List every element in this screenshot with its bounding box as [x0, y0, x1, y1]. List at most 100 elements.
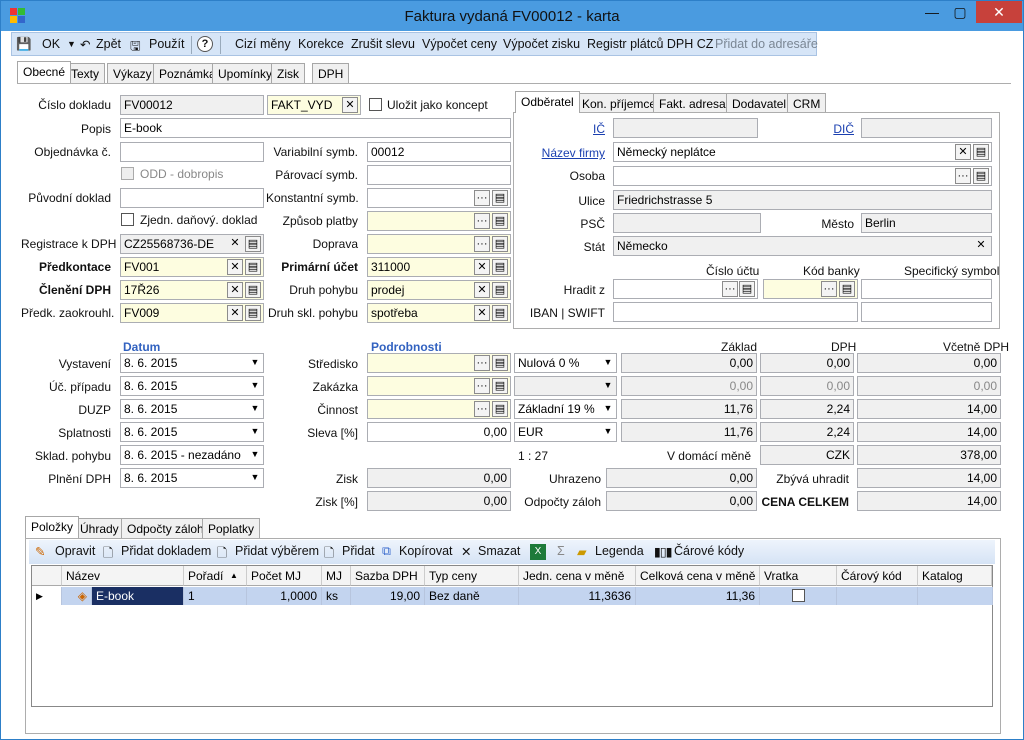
edit-button[interactable]: Opravit: [55, 544, 95, 558]
ic-field[interactable]: [613, 118, 758, 138]
grid-header-name[interactable]: Název: [62, 566, 184, 586]
clear-icon[interactable]: ✕: [227, 282, 243, 298]
grid-header-unit-price[interactable]: Jedn. cena v měně: [519, 566, 636, 586]
help-icon[interactable]: ?: [197, 36, 213, 52]
cell-price-type[interactable]: Bez daně: [425, 587, 519, 605]
duzp-date[interactable]: 8. 6. 2015 ▼: [120, 399, 264, 419]
list-icon[interactable]: ▤: [492, 401, 508, 417]
clear-icon[interactable]: ✕: [955, 144, 971, 160]
specific-symbol-field[interactable]: [861, 279, 992, 299]
primary-account-field[interactable]: 311000 ✕ ▤: [367, 257, 511, 277]
cell-name[interactable]: E-book: [92, 587, 184, 605]
activity-field[interactable]: ··· ▤: [367, 399, 511, 419]
correction-button[interactable]: Korekce: [298, 37, 344, 51]
save-draft-checkbox[interactable]: [369, 98, 382, 111]
ellipsis-icon[interactable]: ···: [474, 401, 490, 417]
clear-icon[interactable]: ✕: [474, 282, 490, 298]
ellipsis-icon[interactable]: ···: [474, 378, 490, 394]
grid-header-catalog[interactable]: Katalog: [918, 566, 992, 586]
vat-rate-zero-select[interactable]: Nulová 0 % ▼: [514, 353, 617, 373]
clear-icon[interactable]: ✕: [474, 305, 490, 321]
clear-icon[interactable]: ✕: [227, 259, 243, 275]
add-select-button[interactable]: Přidat výběrem: [235, 544, 319, 558]
copy-button[interactable]: Kopírovat: [399, 544, 453, 558]
chevron-down-icon[interactable]: ▼: [247, 424, 263, 440]
barcodes-button[interactable]: Čárové kódy: [674, 544, 744, 558]
list-icon[interactable]: ▤: [839, 281, 855, 297]
cell-vat[interactable]: 19,00: [351, 587, 425, 605]
vat-rate-basic-select[interactable]: Základní 19 % ▼: [514, 399, 617, 419]
delete-button[interactable]: Smazat: [478, 544, 520, 558]
vat-fulfil-date[interactable]: 8. 6. 2015 ▼: [120, 468, 264, 488]
ellipsis-icon[interactable]: ···: [474, 190, 490, 206]
ellipsis-icon[interactable]: ···: [821, 281, 837, 297]
tab-vat[interactable]: DPH: [312, 63, 350, 83]
chevron-down-icon[interactable]: ▼: [600, 378, 616, 394]
close-button[interactable]: ✕: [976, 1, 1022, 23]
vat-split-field[interactable]: 17Ř26 ✕ ▤: [120, 280, 264, 300]
calc-prices-button[interactable]: Výpočet ceny: [422, 37, 497, 51]
list-icon[interactable]: ▤: [492, 378, 508, 394]
order-field[interactable]: [120, 142, 264, 162]
sum-icon[interactable]: Σ: [557, 544, 565, 558]
cell-qty[interactable]: 1,0000: [247, 587, 322, 605]
list-icon[interactable]: ▤: [245, 282, 261, 298]
issue-date[interactable]: 8. 6. 2015 ▼: [120, 353, 264, 373]
grid-header-barcode[interactable]: Čárový kód: [837, 566, 918, 586]
grid-header-vat[interactable]: Sazba DPH: [351, 566, 425, 586]
chevron-down-icon[interactable]: ▼: [600, 424, 616, 440]
tab-supplier[interactable]: Dodavatel: [726, 93, 793, 113]
state-field[interactable]: Německo ✕: [613, 236, 992, 256]
company-link[interactable]: Název firmy: [521, 146, 605, 160]
doc-type-field[interactable]: FAKT_VYD ✕: [267, 95, 361, 115]
tab-reports[interactable]: Výkazy: [107, 63, 158, 83]
clear-icon[interactable]: ✕: [227, 236, 243, 252]
const-symbol-field[interactable]: ··· ▤: [367, 188, 511, 208]
ellipsis-icon[interactable]: ···: [722, 281, 738, 297]
center-field[interactable]: ··· ▤: [367, 353, 511, 373]
doc-no-field[interactable]: FV00012: [120, 95, 264, 115]
grid-header-order[interactable]: Pořadí ▲: [184, 566, 247, 586]
precontact-field[interactable]: FV001 ✕ ▤: [120, 257, 264, 277]
rounding-field[interactable]: FV009 ✕ ▤: [120, 303, 264, 323]
stock-movement-field[interactable]: spotřeba ✕ ▤: [367, 303, 511, 323]
cell-unit[interactable]: ks: [322, 587, 351, 605]
tab-general[interactable]: Obecné: [17, 61, 72, 83]
clear-icon[interactable]: ✕: [227, 305, 243, 321]
clear-icon[interactable]: ✕: [342, 97, 358, 113]
transport-field[interactable]: ··· ▤: [367, 234, 511, 254]
add-doc-button[interactable]: Přidat dokladem: [121, 544, 211, 558]
cancel-discount-button[interactable]: Zrušit slevu: [351, 37, 415, 51]
city-field[interactable]: Berlin: [861, 213, 992, 233]
grid-header-price-type[interactable]: Typ ceny: [425, 566, 519, 586]
foreign-currency-button[interactable]: Cizí měny: [235, 37, 291, 51]
odd-checkbox[interactable]: [121, 167, 134, 180]
list-icon[interactable]: ▤: [973, 168, 989, 184]
add-button[interactable]: Přidat: [342, 544, 375, 558]
list-icon[interactable]: ▤: [492, 190, 508, 206]
account-field[interactable]: ··· ▤: [613, 279, 758, 299]
tab-customer[interactable]: Odběratel: [515, 91, 580, 113]
accounting-date[interactable]: 8. 6. 2015 ▼: [120, 376, 264, 396]
calc-profit-button[interactable]: Výpočet zisku: [503, 37, 580, 51]
ellipsis-icon[interactable]: ···: [474, 236, 490, 252]
add-address-button[interactable]: Přidat do adresáře: [715, 37, 818, 51]
chevron-down-icon[interactable]: ▼: [600, 401, 616, 417]
var-symbol-field[interactable]: 00012: [367, 142, 511, 162]
grid-header-return[interactable]: Vratka: [760, 566, 837, 586]
clear-icon[interactable]: ✕: [474, 259, 490, 275]
chevron-down-icon[interactable]: ▼: [247, 447, 263, 463]
due-date[interactable]: 8. 6. 2015 ▼: [120, 422, 264, 442]
contract-field[interactable]: ··· ▤: [367, 376, 511, 396]
vat-reg-field[interactable]: CZ25568736-DE ✕ ▤: [120, 234, 264, 254]
list-icon[interactable]: ▤: [245, 259, 261, 275]
tab-fees[interactable]: Poplatky: [202, 518, 261, 538]
chevron-down-icon[interactable]: ▼: [247, 470, 263, 486]
tab-consignee[interactable]: Kon. příjemce: [576, 93, 663, 113]
list-icon[interactable]: ▤: [245, 236, 261, 252]
clear-icon[interactable]: ✕: [973, 238, 989, 254]
tab-billing-address[interactable]: Fakt. adresa: [653, 93, 732, 113]
chevron-down-icon[interactable]: ▼: [600, 355, 616, 371]
payment-field[interactable]: ··· ▤: [367, 211, 511, 231]
list-icon[interactable]: ▤: [492, 355, 508, 371]
